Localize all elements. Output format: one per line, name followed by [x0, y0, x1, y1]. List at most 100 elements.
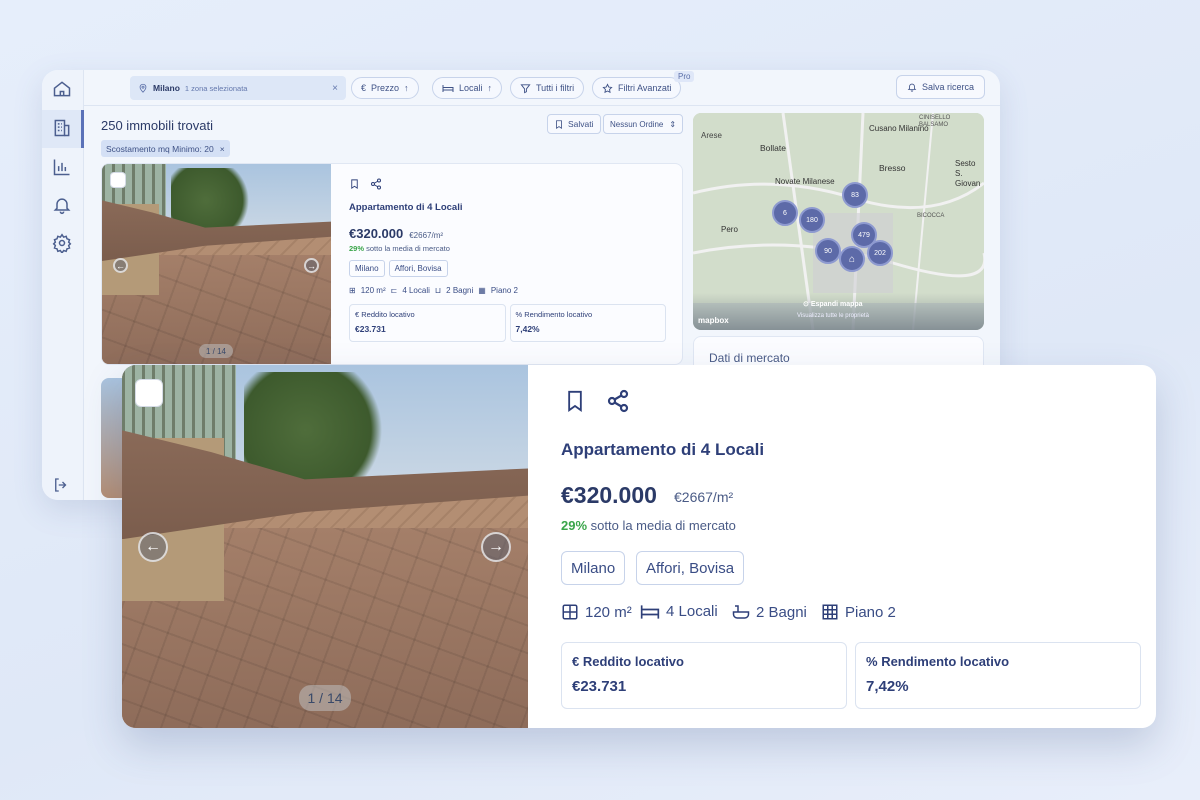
bath-icon	[732, 603, 750, 621]
income-label: Reddito locativo	[361, 310, 415, 319]
map-cluster[interactable]: 202	[867, 240, 893, 266]
bell-icon	[907, 82, 917, 92]
below-market-pct: 29%	[561, 518, 588, 533]
funnel-icon	[520, 83, 531, 94]
photo-counter: 1 / 14	[199, 344, 233, 358]
bed-icon	[442, 84, 454, 93]
home-icon[interactable]	[52, 79, 74, 101]
yield-value: 7,42%	[866, 678, 909, 695]
star-icon	[602, 82, 613, 94]
bookmark-icon[interactable]	[349, 178, 360, 190]
prev-photo-icon[interactable]: ←	[138, 532, 168, 562]
floor-feature: Piano 2	[821, 603, 896, 621]
percent-icon: %	[515, 310, 523, 319]
bed-icon	[640, 604, 660, 620]
euro-icon: €	[355, 310, 360, 319]
price-filter-button[interactable]: € Prezzo ↑	[351, 77, 419, 99]
next-photo-icon[interactable]: →	[304, 258, 319, 273]
map-label: Sesto S. Giovan	[955, 159, 981, 188]
tag-city: Milano	[349, 260, 385, 277]
listing-photo[interactable]: ← → 1 / 14	[102, 164, 331, 364]
all-filters-button[interactable]: Tutti i filtri	[510, 77, 585, 99]
baths-feature: 2 Bagni	[732, 603, 807, 621]
results-count: 250 immobili trovati	[101, 118, 213, 133]
listing-card-small[interactable]: ← → 1 / 14 Appartamento di 4 Locali €320…	[101, 163, 683, 365]
below-market-label: sotto la media di mercato	[590, 518, 736, 533]
euro-icon: €	[572, 654, 580, 669]
floor-value: Piano 2	[490, 286, 518, 295]
map-cluster[interactable]: 180	[799, 207, 825, 233]
saved-label: Salvati	[568, 119, 594, 129]
floor-value: Piano 2	[845, 603, 896, 621]
select-arrows-icon: ⇕	[669, 119, 677, 129]
saved-button[interactable]: Salvati	[547, 114, 601, 134]
below-market-pct: 29%	[349, 244, 365, 253]
map[interactable]: Arese Bollate Cusano Milanino Bresso Nov…	[693, 113, 984, 330]
map-label: Pero	[721, 225, 738, 234]
save-search-button[interactable]: Salva ricerca	[895, 75, 985, 99]
active-filter-label: Scostamento mq Minimo: 20	[106, 143, 214, 154]
home-marker-icon[interactable]: ⌂	[839, 246, 865, 272]
map-cluster[interactable]: 6	[772, 200, 798, 226]
share-icon[interactable]	[606, 389, 630, 413]
below-market-label: sotto la media di mercato	[366, 244, 450, 253]
area-icon: ⊞	[349, 286, 356, 295]
tag-city: Milano	[561, 551, 626, 585]
map-label: Bresso	[879, 163, 906, 173]
rooms-filter-label: Locali	[459, 83, 483, 93]
expand-map-label: Espandi mappa	[810, 301, 863, 308]
remove-filter-icon[interactable]: ×	[220, 144, 225, 154]
bath-icon: ⊔	[434, 286, 442, 295]
yield-box: % Rendimento locativo 7,42%	[855, 642, 1141, 709]
advanced-filters-button[interactable]: Filtri Avanzati	[592, 77, 682, 99]
prev-photo-icon[interactable]: ←	[113, 258, 128, 273]
arrow-up-icon: ↑	[404, 83, 409, 93]
map-cluster[interactable]: 83	[842, 182, 868, 208]
bell-icon[interactable]	[52, 195, 74, 217]
baths-value: 2 Bagni	[756, 603, 807, 621]
filter-bar: Milano 1 zona selezionata × € Prezzo ↑ L…	[84, 70, 1000, 106]
order-label: Nessun Ordine	[610, 119, 664, 129]
income-box: € Reddito locativo €23.731	[349, 304, 506, 342]
income-label: Reddito locativo	[582, 654, 684, 669]
rooms-feature: 4 Locali	[640, 603, 718, 620]
map-cluster[interactable]: 90	[815, 238, 841, 264]
market-data-title: Dati di mercato	[709, 351, 790, 365]
listing-title[interactable]: Appartamento di 4 Locali	[349, 202, 666, 213]
location-search[interactable]: Milano 1 zona selezionata ×	[130, 76, 346, 100]
listing-price-per-m2: €2667/m²	[409, 231, 444, 240]
map-label: Arese	[701, 131, 722, 140]
active-filter-chip[interactable]: Scostamento mq Minimo: 20 ×	[101, 140, 230, 157]
tag-zone: Affori, Bovisa	[388, 260, 448, 277]
select-checkbox[interactable]	[135, 379, 163, 407]
chart-icon[interactable]	[52, 157, 74, 179]
save-search-label: Salva ricerca	[921, 82, 974, 92]
yield-box: % Rendimento locativo 7,42%	[509, 304, 666, 342]
price-filter-label: Prezzo	[371, 83, 400, 93]
pro-badge: Pro	[674, 71, 695, 82]
clear-icon[interactable]: ×	[332, 83, 338, 94]
order-select[interactable]: Nessun Ordine ⇕	[603, 114, 684, 134]
advanced-filters-label: Filtri Avanzati	[618, 83, 672, 93]
building-icon: ▦	[478, 286, 486, 295]
location-pin-icon	[138, 83, 148, 93]
area-feature: 120 m²	[561, 603, 632, 621]
income-value: €23.731	[355, 324, 386, 334]
gear-icon[interactable]	[52, 233, 74, 255]
area-icon	[561, 603, 579, 621]
listing-card-enlarged[interactable]: ← → 1 / 14 Appartamento di 4 Locali €320…	[122, 365, 1156, 728]
listing-price: €320.000	[349, 226, 404, 241]
yield-value: 7,42%	[515, 324, 540, 334]
mapbox-logo: mapbox	[698, 316, 729, 325]
rooms-filter-button[interactable]: Locali ↑	[432, 77, 503, 99]
next-photo-icon[interactable]: →	[481, 532, 511, 562]
bookmark-icon[interactable]	[565, 389, 585, 413]
share-icon[interactable]	[370, 178, 382, 190]
listing-title[interactable]: Appartamento di 4 Locali	[561, 440, 764, 460]
listing-photo[interactable]: ← → 1 / 14	[122, 365, 528, 728]
buildings-icon[interactable]	[42, 110, 84, 148]
logout-icon[interactable]	[52, 476, 70, 494]
select-checkbox[interactable]	[110, 172, 126, 188]
expand-map-button[interactable]: ⊙ Espandi mappa	[803, 300, 863, 308]
baths-value: 2 Bagni	[446, 286, 474, 295]
